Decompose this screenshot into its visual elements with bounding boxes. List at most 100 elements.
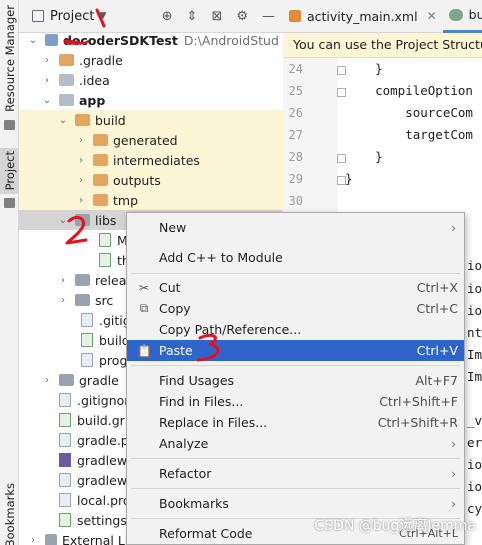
file-icon bbox=[99, 253, 111, 267]
library-icon bbox=[45, 534, 57, 545]
code-line[interactable]: compileOption bbox=[345, 83, 482, 98]
menu-item-find-in-files[interactable]: Find in Files... Ctrl+Shift+F bbox=[127, 391, 464, 412]
chevron-down-icon[interactable]: ⌄ bbox=[27, 35, 39, 46]
folder-icon bbox=[59, 54, 74, 66]
chevron-right-icon[interactable]: › bbox=[75, 155, 87, 166]
tree-item-outputs[interactable]: › outputs bbox=[19, 170, 283, 190]
gear-icon[interactable]: ⚙ bbox=[236, 10, 248, 23]
gradle-icon bbox=[448, 8, 463, 21]
chevron-right-icon[interactable]: › bbox=[27, 535, 39, 545]
tree-item-build[interactable]: ⌄ build bbox=[19, 110, 283, 130]
tree-item-idea[interactable]: › .idea bbox=[19, 70, 283, 90]
line-number: 27 bbox=[288, 128, 303, 142]
tool-window-strip: Resource Manager Project Bookmarks bbox=[0, 0, 19, 545]
copy-icon: ⧉ bbox=[139, 301, 149, 315]
menu-separator bbox=[131, 458, 460, 459]
paste-icon: 📋 bbox=[137, 343, 152, 358]
tree-item-gradle-dir[interactable]: › .gradle bbox=[19, 50, 283, 70]
chevron-right-icon: › bbox=[451, 466, 456, 481]
project-view-selector[interactable]: Project bbox=[50, 9, 94, 24]
collapse-all-icon[interactable]: ⇕ bbox=[187, 10, 198, 23]
tab-build-gradle[interactable]: buil bbox=[442, 0, 482, 33]
project-tab[interactable]: Project bbox=[0, 148, 19, 194]
menu-separator bbox=[131, 273, 460, 274]
code-fragment: io bbox=[467, 479, 482, 494]
code-fragment: Im bbox=[467, 369, 482, 384]
menu-item-new[interactable]: New › bbox=[127, 217, 464, 238]
context-menu: New › Add C++ to Module ✂ Cut Ctrl+X ⧉ C… bbox=[126, 212, 465, 545]
menu-item-cut[interactable]: ✂ Cut Ctrl+X bbox=[127, 277, 464, 298]
bookmarks-tab[interactable]: Bookmarks bbox=[0, 483, 19, 545]
code-line[interactable]: } bbox=[345, 149, 482, 164]
project-panel-header: Project ▼ ⊕ ⇕ ⊠ ⚙ — bbox=[19, 0, 283, 33]
code-line[interactable]: targetCom bbox=[345, 127, 482, 142]
chevron-right-icon[interactable]: › bbox=[57, 295, 69, 306]
tree-item-intermediates[interactable]: › intermediates bbox=[19, 150, 283, 170]
line-number: 30 bbox=[288, 194, 303, 208]
resource-manager-icon bbox=[0, 118, 19, 132]
line-number: 25 bbox=[288, 84, 303, 98]
editor-tab-bar: activity_main.xml ✕ buil bbox=[283, 0, 482, 33]
tree-item-generated[interactable]: › generated bbox=[19, 130, 283, 150]
folder-icon bbox=[59, 374, 74, 386]
module-folder-icon bbox=[59, 94, 74, 106]
script-file-icon bbox=[59, 453, 71, 467]
folder-icon bbox=[75, 274, 90, 286]
gradle-file-icon bbox=[59, 413, 71, 427]
chevron-right-icon[interactable]: › bbox=[41, 75, 53, 86]
folder-icon bbox=[93, 194, 108, 206]
menu-item-paste[interactable]: 📋 Paste Ctrl+V bbox=[127, 340, 464, 361]
chevron-right-icon[interactable]: › bbox=[57, 275, 69, 286]
chevron-down-icon[interactable]: ⌄ bbox=[41, 95, 53, 106]
code-fragment: io bbox=[467, 258, 482, 273]
chevron-right-icon[interactable]: › bbox=[41, 375, 53, 386]
folder-icon bbox=[59, 74, 74, 86]
menu-item-analyze[interactable]: Analyze › bbox=[127, 433, 464, 454]
tree-item-tmp[interactable]: › tmp bbox=[19, 190, 283, 210]
chevron-right-icon: › bbox=[451, 436, 456, 451]
tree-item-root[interactable]: ⌄ decoderSDKTest D:\AndroidStud bbox=[19, 30, 283, 50]
menu-item-bookmarks[interactable]: Bookmarks › bbox=[127, 493, 464, 514]
tab-activity-main-xml[interactable]: activity_main.xml ✕ bbox=[283, 0, 443, 33]
file-icon bbox=[59, 473, 71, 487]
code-fragment: er bbox=[467, 435, 482, 450]
chevron-right-icon[interactable]: › bbox=[75, 195, 87, 206]
chevron-down-icon[interactable]: ▼ bbox=[99, 11, 106, 21]
file-icon bbox=[59, 493, 71, 507]
code-fragment: io bbox=[467, 457, 482, 472]
code-fragment: cy bbox=[467, 501, 482, 516]
code-line[interactable]: sourceCom bbox=[345, 105, 482, 120]
chevron-right-icon[interactable]: › bbox=[75, 175, 87, 186]
line-number: 24 bbox=[288, 62, 303, 76]
code-line[interactable]: } bbox=[345, 61, 482, 76]
code-line[interactable]: } bbox=[345, 171, 482, 186]
code-fragment: io bbox=[467, 281, 482, 296]
hide-icon[interactable]: — bbox=[262, 10, 275, 23]
chevron-down-icon[interactable]: ⌄ bbox=[57, 215, 69, 226]
chevron-right-icon[interactable]: › bbox=[75, 135, 87, 146]
gradle-file-icon bbox=[81, 333, 93, 347]
menu-separator bbox=[131, 365, 460, 366]
folder-icon bbox=[75, 214, 90, 226]
scissors-icon: ✂ bbox=[138, 280, 150, 295]
code-fragment: Im bbox=[467, 347, 482, 362]
menu-item-add-cpp-to-module[interactable]: Add C++ to Module bbox=[127, 247, 464, 268]
close-icon[interactable]: ✕ bbox=[427, 9, 437, 23]
menu-item-refactor[interactable]: Refactor › bbox=[127, 463, 464, 484]
watermark: CSDN @bug远离Jemma bbox=[314, 518, 476, 534]
line-number: 29 bbox=[288, 172, 303, 186]
project-view-icon bbox=[32, 10, 44, 22]
chevron-right-icon: › bbox=[451, 220, 456, 235]
resource-manager-tab[interactable]: Resource Manager bbox=[0, 4, 19, 112]
module-icon bbox=[45, 34, 58, 46]
target-icon[interactable]: ⊕ bbox=[162, 10, 173, 23]
menu-item-copy-path[interactable]: Copy Path/Reference... bbox=[127, 319, 464, 340]
chevron-right-icon[interactable]: › bbox=[41, 55, 53, 66]
tree-item-app[interactable]: ⌄ app bbox=[19, 90, 283, 110]
menu-item-copy[interactable]: ⧉ Copy Ctrl+C bbox=[127, 298, 464, 319]
menu-item-replace-in-files[interactable]: Replace in Files... Ctrl+Shift+R bbox=[127, 412, 464, 433]
line-number: 26 bbox=[288, 106, 303, 120]
menu-item-find-usages[interactable]: Find Usages Alt+F7 bbox=[127, 370, 464, 391]
chevron-down-icon[interactable]: ⌄ bbox=[57, 115, 69, 126]
expand-icon[interactable]: ⊠ bbox=[211, 10, 222, 23]
